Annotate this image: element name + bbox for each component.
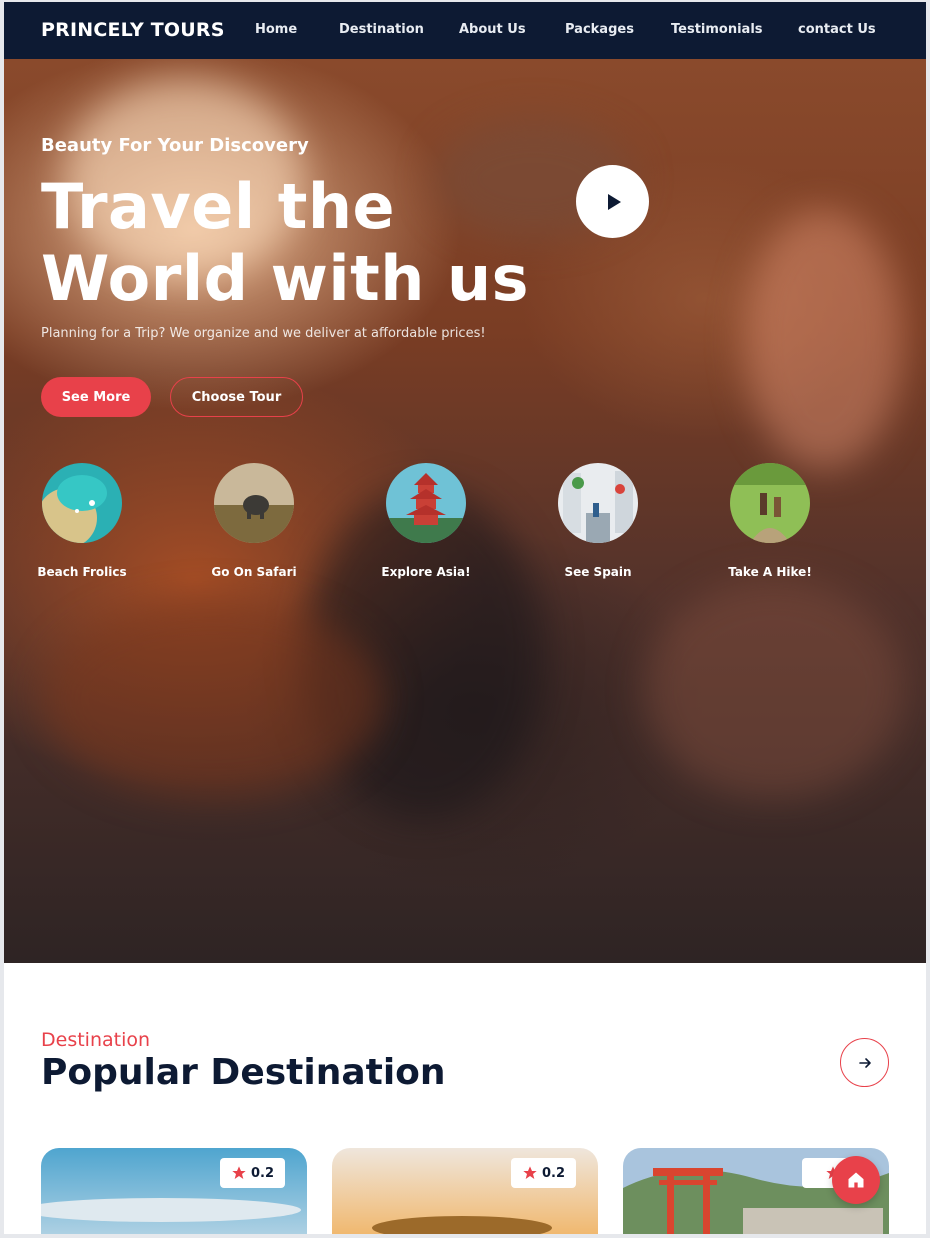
hero-sand-shape bbox=[644, 579, 904, 799]
hero-foot-shape bbox=[744, 209, 904, 469]
category-label: See Spain bbox=[564, 565, 632, 579]
nav-packages-link[interactable]: Packages bbox=[565, 22, 634, 37]
section-title: Popular Destination bbox=[41, 1052, 446, 1093]
category-hike[interactable]: Take A Hike! bbox=[700, 463, 840, 579]
category-safari[interactable]: Go On Safari bbox=[184, 463, 324, 579]
nav-menu: Home Destination About Us Packages Testi… bbox=[4, 2, 926, 59]
star-icon bbox=[523, 1166, 537, 1179]
category-spain[interactable]: See Spain bbox=[528, 463, 668, 579]
destination-card[interactable]: 0.2 bbox=[332, 1148, 598, 1234]
top-navbar: PRINCELY TOURS Home Destination About Us… bbox=[4, 2, 926, 59]
category-label: Take A Hike! bbox=[728, 565, 812, 579]
destination-card[interactable]: 0.2 bbox=[41, 1148, 307, 1234]
nav-testimonials-link[interactable]: Testimonials bbox=[671, 22, 763, 37]
play-video-button[interactable] bbox=[576, 165, 649, 238]
safari-thumbnail bbox=[214, 463, 294, 543]
rating-value: 0.2 bbox=[250, 1165, 275, 1181]
arrow-right-icon bbox=[858, 1057, 871, 1068]
asia-thumbnail bbox=[386, 463, 466, 543]
nav-destination-link[interactable]: Destination bbox=[339, 22, 424, 37]
rating-badge: 0.2 bbox=[511, 1158, 576, 1188]
spain-thumbnail bbox=[558, 463, 638, 543]
hero-title-line2: World with us bbox=[41, 242, 529, 315]
nav-contact-link[interactable]: contact Us bbox=[798, 22, 876, 37]
next-destination-button[interactable] bbox=[840, 1038, 889, 1087]
hero-section: Beauty For Your Discovery Travel the Wor… bbox=[4, 59, 926, 963]
see-more-button[interactable]: See More bbox=[41, 377, 151, 417]
hero-title: Travel the World with us bbox=[41, 171, 561, 315]
category-beach[interactable]: Beach Frolics bbox=[12, 463, 152, 579]
scroll-top-button[interactable] bbox=[832, 1156, 880, 1204]
beach-thumbnail bbox=[42, 463, 122, 543]
hero-description: Planning for a Trip? We organize and we … bbox=[41, 326, 486, 341]
hero-wood-shape bbox=[44, 599, 384, 799]
star-icon bbox=[232, 1166, 246, 1179]
category-label: Go On Safari bbox=[211, 565, 297, 579]
hero-subtitle: Beauty For Your Discovery bbox=[41, 135, 309, 156]
home-icon bbox=[848, 1172, 864, 1188]
category-label: Explore Asia! bbox=[381, 565, 471, 579]
rating-value: 0.2 bbox=[541, 1165, 566, 1181]
choose-tour-button[interactable]: Choose Tour bbox=[170, 377, 303, 417]
rating-badge: 0.2 bbox=[220, 1158, 285, 1188]
category-label: Beach Frolics bbox=[37, 565, 127, 579]
page: PRINCELY TOURS Home Destination About Us… bbox=[4, 2, 926, 1234]
section-tag: Destination bbox=[41, 1029, 151, 1051]
category-asia[interactable]: Explore Asia! bbox=[356, 463, 496, 579]
hike-thumbnail bbox=[730, 463, 810, 543]
play-icon bbox=[607, 193, 621, 210]
nav-home-link[interactable]: Home bbox=[255, 22, 297, 37]
hero-title-line1: Travel the bbox=[41, 170, 396, 243]
nav-about-link[interactable]: About Us bbox=[459, 22, 526, 37]
